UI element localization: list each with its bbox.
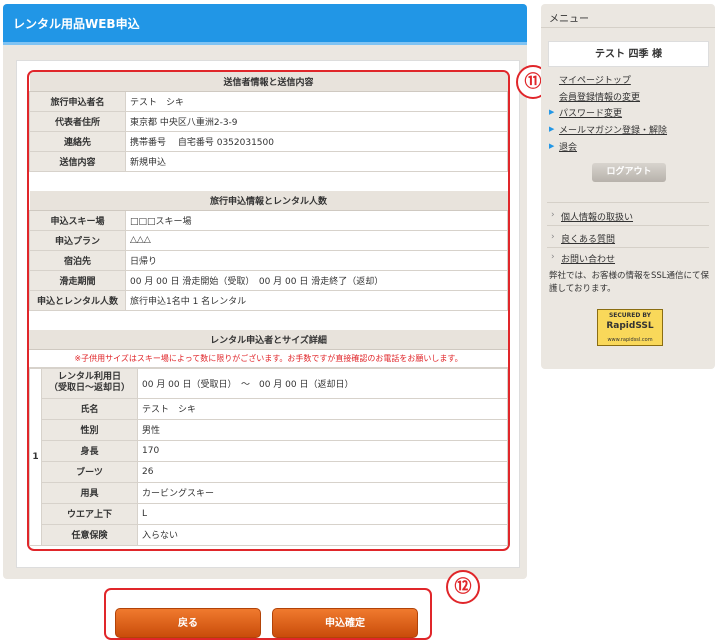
table-row: 性別 男性 xyxy=(30,418,508,441)
button-area: 戻る 申込確定 xyxy=(104,588,432,640)
divider xyxy=(547,247,709,248)
sidebar-item-mailmagazine[interactable]: メールマガジン登録・解除 xyxy=(559,123,667,136)
ssl-badge-line3: www.rapidssl.com xyxy=(607,337,653,343)
row-value: テスト シキ xyxy=(125,90,508,112)
rental-person-number: 1 xyxy=(29,367,42,546)
triangle-right-icon: ▶ xyxy=(549,142,555,150)
table-row: 1 レンタル利用日 （受取日〜返却日） 00 月 00 日（受取日） ～ 00 … xyxy=(29,367,508,546)
table-row: ブーツ 26 xyxy=(30,460,508,483)
row-value: 旅行申込1名中 1 名レンタル xyxy=(125,289,508,311)
sidebar-item-member-info[interactable]: 会員登録情報の変更 xyxy=(559,90,640,103)
table-row: 申込とレンタル人数 旅行申込1名中 1 名レンタル xyxy=(29,289,508,311)
row-value: □□□スキー場 xyxy=(125,209,508,231)
row-value: カービングスキー xyxy=(137,481,508,504)
main-panel: レンタル用品WEB申込 送信者情報と送信内容 旅行申込者名 テスト シキ 代表者住… xyxy=(3,4,527,579)
row-value: 携帯番号 自宅番号 0352031500 xyxy=(125,130,508,152)
sidebar-header: メニュー xyxy=(541,4,715,28)
row-label: 連絡先 xyxy=(29,130,126,152)
page-title: レンタル用品WEB申込 xyxy=(13,17,140,31)
row-value: △△△ xyxy=(125,229,508,251)
chevron-right-icon: › xyxy=(551,210,555,220)
rental-note: ※子供用サイズはスキー場によって数に限りがございます。お手数ですが直接確認のお電… xyxy=(29,349,508,368)
row-label: 身長 xyxy=(41,439,138,462)
triangle-right-icon: ▶ xyxy=(549,125,555,133)
row-value: 新規申込 xyxy=(125,150,508,172)
table-row: 任意保険 入らない xyxy=(30,523,508,546)
sidebar-item-faq[interactable]: 良くある質問 xyxy=(561,232,615,245)
row-value: 男性 xyxy=(137,418,508,441)
divider xyxy=(547,202,709,203)
rental-section-title: レンタル申込者とサイズ詳細 xyxy=(29,330,508,350)
trip-section-title: 旅行申込情報とレンタル人数 xyxy=(29,191,508,211)
sidebar-item-withdraw[interactable]: 退会 xyxy=(559,140,577,153)
row-value: 日帰り xyxy=(125,249,508,271)
row-value: 00 月 00 日 滑走開始（受取） 00 月 00 日 滑走終了（返却） xyxy=(125,269,508,291)
table-row: 申込スキー場 □□□スキー場 xyxy=(29,209,508,231)
ssl-badge-line1: SECURED BY xyxy=(608,312,652,319)
row-value: 170 xyxy=(137,439,508,462)
row-label: 滑走期間 xyxy=(29,269,126,291)
row-label: 旅行申込者名 xyxy=(29,90,126,112)
row-label: 氏名 xyxy=(41,397,138,420)
row-label: レンタル利用日 （受取日〜返却日） xyxy=(41,367,138,399)
row-value: 入らない xyxy=(137,523,508,546)
row-label: ブーツ xyxy=(41,460,138,483)
spacer xyxy=(30,310,508,330)
divider xyxy=(547,225,709,226)
triangle-right-icon: ▶ xyxy=(549,108,555,116)
row-label: 送信内容 xyxy=(29,150,126,172)
row-label: 宿泊先 xyxy=(29,249,126,271)
row-value: 00 月 00 日（受取日） ～ 00 月 00 日（返却日） xyxy=(137,367,508,399)
rental-title-table: レンタル申込者とサイズ詳細 ※子供用サイズはスキー場によって数に限りがございます… xyxy=(29,330,508,368)
sender-table: 送信者情報と送信内容 旅行申込者名 テスト シキ 代表者住所 東京都 中央区八重洲2… xyxy=(29,72,508,191)
spacer xyxy=(30,171,508,191)
header-underline xyxy=(3,42,527,45)
confirmation-frame: 送信者情報と送信内容 旅行申込者名 テスト シキ 代表者住所 東京都 中央区八重洲2… xyxy=(27,70,510,551)
table-row: 代表者住所 東京都 中央区八重洲2-3-9 xyxy=(29,110,508,132)
row-label: 任意保険 xyxy=(41,523,138,546)
table-row: 氏名 テスト シキ xyxy=(30,397,508,420)
row-label: ウエア上下 xyxy=(41,502,138,525)
chevron-right-icon: › xyxy=(551,252,555,262)
row-label: 用具 xyxy=(41,481,138,504)
table-row: 滑走期間 00 月 00 日 滑走開始（受取） 00 月 00 日 滑走終了（返却… xyxy=(29,269,508,291)
ssl-description: 弊社では、お客様の情報をSSL通信にて保護しております。 xyxy=(549,271,710,294)
row-value: 26 xyxy=(137,460,508,483)
sidebar-item-mypage[interactable]: マイページトップ xyxy=(559,73,631,86)
chevron-right-icon: › xyxy=(551,232,555,242)
row-label: 申込スキー場 xyxy=(29,209,126,231)
back-button[interactable]: 戻る xyxy=(115,608,261,638)
table-row: 宿泊先 日帰り xyxy=(29,249,508,271)
table-row: 用具 カービングスキー xyxy=(30,481,508,504)
table-row: 身長 170 xyxy=(30,439,508,462)
page-header: レンタル用品WEB申込 xyxy=(3,4,527,45)
row-label: 代表者住所 xyxy=(29,110,126,132)
ssl-badge-line2: RapidSSL xyxy=(606,321,654,331)
sidebar-item-privacy[interactable]: 個人情報の取扱い xyxy=(561,210,633,223)
table-row: 連絡先 携帯番号 自宅番号 0352031500 xyxy=(29,130,508,152)
rapidssl-badge[interactable]: SECURED BY RapidSSL www.rapidssl.com xyxy=(597,309,663,346)
row-label: 性別 xyxy=(41,418,138,441)
table-row: 旅行申込者名 テスト シキ xyxy=(29,90,508,112)
row-label: 申込プラン xyxy=(29,229,126,251)
content-area: 送信者情報と送信内容 旅行申込者名 テスト シキ 代表者住所 東京都 中央区八重洲2… xyxy=(16,60,520,568)
table-row: ウエア上下 L xyxy=(30,502,508,525)
rental-table: 1 レンタル利用日 （受取日〜返却日） 00 月 00 日（受取日） ～ 00 … xyxy=(29,367,508,546)
table-row: 申込プラン △△△ xyxy=(29,229,508,251)
sidebar-item-contact[interactable]: お問い合わせ xyxy=(561,252,615,265)
row-value: テスト シキ xyxy=(137,397,508,420)
logout-button[interactable]: ログアウト xyxy=(592,163,666,182)
sidebar: メニュー テスト 四季 様 マイページトップ 会員登録情報の変更 ▶ パスワード… xyxy=(541,4,715,369)
sender-section-title: 送信者情報と送信内容 xyxy=(29,72,508,92)
confirm-button[interactable]: 申込確定 xyxy=(272,608,418,638)
row-label: 申込とレンタル人数 xyxy=(29,289,126,311)
sidebar-item-password[interactable]: パスワード変更 xyxy=(559,106,622,119)
user-name: テスト 四季 様 xyxy=(548,41,709,67)
trip-table: 旅行申込情報とレンタル人数 申込スキー場 □□□スキー場 申込プラン △△△ 宿泊先… xyxy=(29,191,508,330)
table-row: 送信内容 新規申込 xyxy=(29,150,508,172)
annotation-marker-12: ⑫ xyxy=(446,570,480,604)
row-value: 東京都 中央区八重洲2-3-9 xyxy=(125,110,508,132)
sidebar-title: メニュー xyxy=(549,14,589,25)
row-value: L xyxy=(137,502,508,525)
